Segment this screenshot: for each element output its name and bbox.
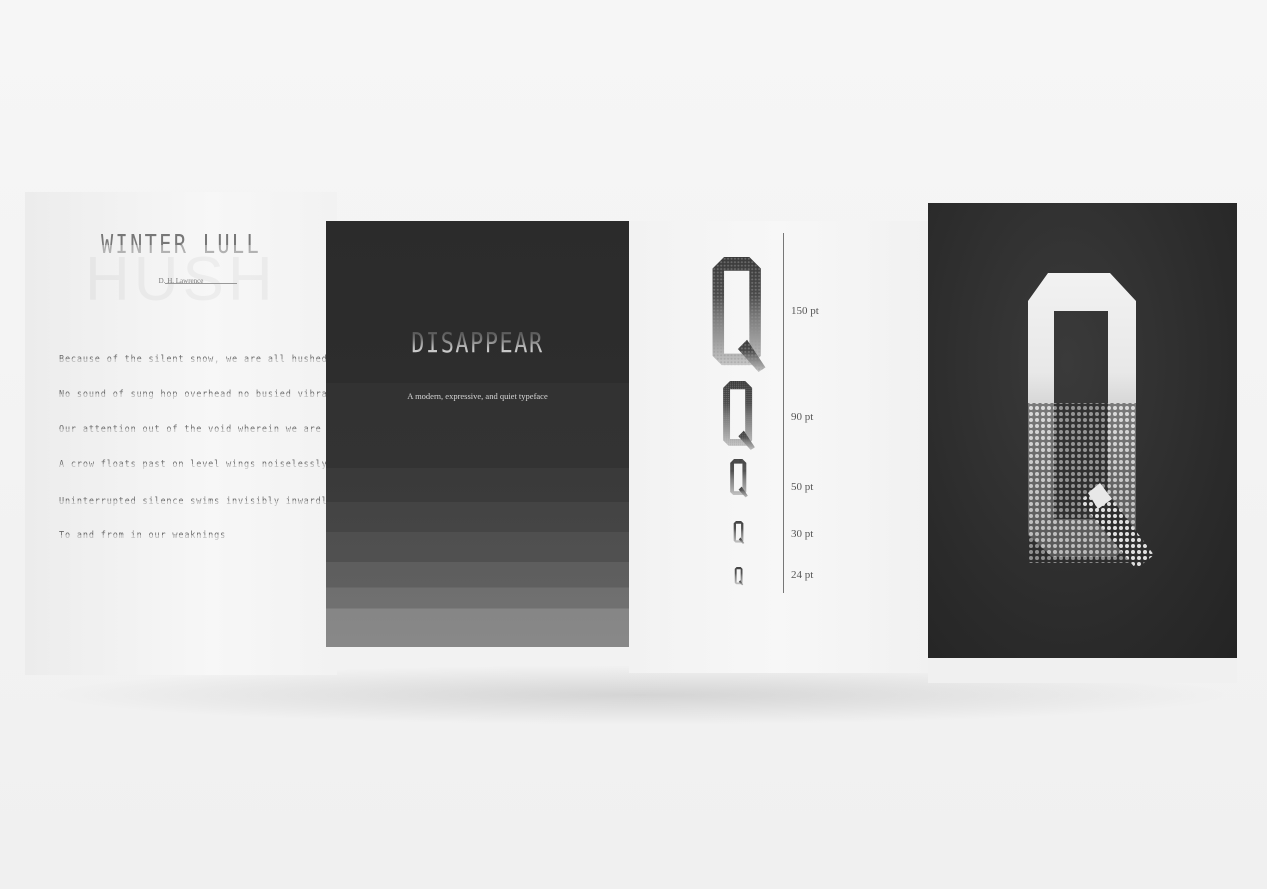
cover-title: DISAPPEAR (359, 326, 595, 359)
cover-panel: DISAPPEAR A modern, expressive, and quie… (326, 221, 629, 647)
cover-subtitle: A modern, expressive, and quiet typeface (407, 391, 548, 401)
poem-title: WINTER LULL (59, 230, 302, 260)
large-q-glyph (1028, 273, 1154, 569)
specimen-q-150 (712, 257, 766, 372)
specimen-panel: 150 pt 90 pt 50 pt 30 pt 24 pt (629, 221, 929, 673)
poem-line: No sound of sung hop overhead no busied … (59, 389, 337, 400)
specimen-q-24 (734, 567, 744, 586)
poem-line: A crow floats past on level wings noisel… (59, 459, 328, 470)
panel-edge (928, 658, 1237, 683)
size-label: 90 pt (791, 411, 814, 423)
poem-line: To and from in our weaknings (59, 530, 227, 541)
poem-line: Our attention out of the void wherein we… (59, 424, 337, 435)
size-label: 30 pt (791, 528, 814, 540)
specimen-glyphs (712, 257, 766, 586)
poem-panel: HUSH WINTER LULL D. H. Lawrence Because … (25, 192, 337, 675)
poem-line: Uninterrupted silence swims invisibly in… (59, 496, 334, 507)
poem-author: D. H. Lawrence (158, 277, 204, 285)
size-divider (783, 233, 784, 593)
specimen-q-50 (730, 459, 748, 498)
large-glyph-panel (928, 203, 1237, 658)
size-label: 150 pt (791, 305, 819, 317)
size-label: 50 pt (791, 481, 814, 493)
specimen-q-30 (733, 521, 745, 544)
size-label: 24 pt (791, 569, 814, 581)
specimen-q-90 (723, 381, 755, 450)
poem-line: Because of the silent snow, we are all h… (59, 354, 337, 365)
